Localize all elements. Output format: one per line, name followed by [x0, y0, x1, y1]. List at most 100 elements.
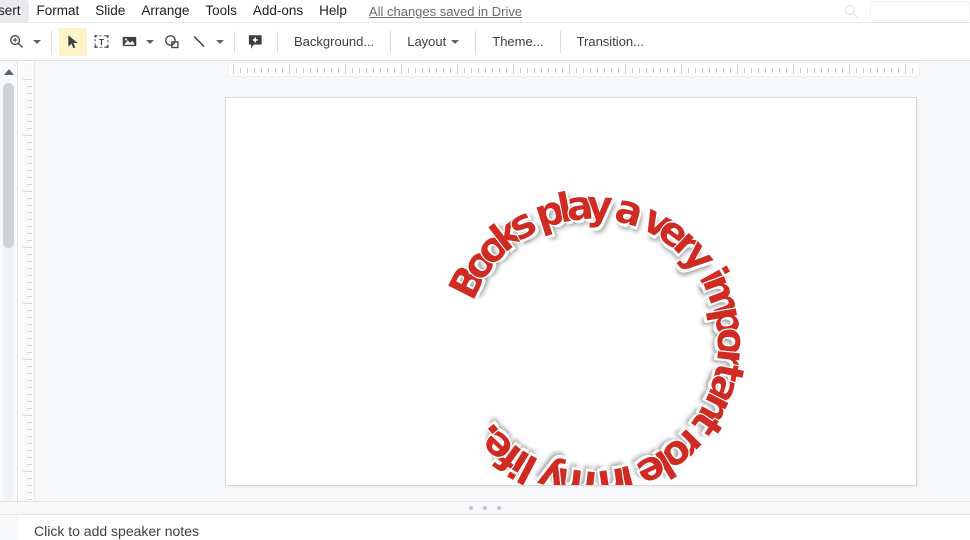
toolbar-divider-3 [277, 30, 278, 53]
ruler-tick [27, 282, 32, 283]
ruler-tick [27, 492, 32, 493]
ruler-tick [401, 65, 402, 74]
ruler-tick [27, 450, 32, 451]
ruler-tick [27, 429, 32, 430]
line-dropdown-caret[interactable] [213, 28, 227, 56]
wordart-glyph: m [693, 267, 751, 323]
wordart-glyph: a [610, 184, 649, 237]
wordart-glyph: a [564, 181, 596, 231]
ruler-tick [27, 317, 32, 318]
zoom-icon[interactable] [2, 28, 30, 56]
shape-icon[interactable] [157, 28, 185, 56]
ruler-tick [807, 68, 808, 73]
slide-surface[interactable]: Books play a very important role in my l… [225, 97, 917, 486]
collapse-chevron-icon[interactable] [3, 67, 15, 77]
ruler-tick [27, 345, 32, 346]
ruler-tick [331, 68, 332, 73]
add-comment-icon[interactable] [242, 28, 270, 56]
speaker-notes-placeholder[interactable]: Click to add speaker notes [34, 523, 199, 539]
menu-item-format[interactable]: Format [29, 0, 88, 22]
speaker-notes-pane[interactable]: Click to add speaker notes [0, 515, 970, 540]
ruler-tick [814, 68, 815, 73]
ruler-tick [709, 68, 710, 73]
layout-button-label: Layout [407, 33, 447, 49]
ruler-tick [786, 68, 787, 73]
ruler-tick [611, 68, 612, 73]
ruler-tick [338, 68, 339, 73]
menu-item-slide[interactable]: Slide [87, 0, 133, 22]
ruler-tick [625, 65, 626, 74]
wordart-glyph: o [465, 222, 519, 274]
wordart-glyph: y [585, 182, 614, 230]
ruler-tick [23, 247, 32, 248]
ruler-tick [730, 68, 731, 73]
ruler-tick [478, 68, 479, 73]
ruler-tick [793, 65, 794, 74]
chevron-down-icon [33, 39, 41, 44]
line-icon[interactable] [185, 28, 213, 56]
ruler-tick [653, 68, 654, 73]
svg-text:T: T [98, 37, 104, 47]
ruler-tick [870, 68, 871, 73]
ruler-tick [898, 68, 899, 73]
menu-item-arrange[interactable]: Arrange [133, 0, 197, 22]
select-arrow-icon[interactable] [59, 27, 87, 56]
ruler-tick [471, 68, 472, 73]
ruler-tick [562, 68, 563, 73]
ruler-tick [394, 68, 395, 73]
wordart-glyph: r [667, 419, 714, 466]
image-dropdown-caret[interactable] [143, 28, 157, 56]
ruler-tick [702, 68, 703, 73]
wordart-textbox[interactable]: Books play a very important role in my l… [226, 98, 916, 485]
ruler-tick [380, 68, 381, 73]
ruler-tick [27, 373, 32, 374]
wordart-glyph: s [500, 198, 545, 251]
ruler-tick [674, 68, 675, 73]
share-button[interactable] [870, 1, 970, 21]
wordart-glyph: v [634, 195, 680, 249]
zoom-dropdown-caret[interactable] [30, 28, 44, 56]
menu-item-help[interactable]: Help [311, 0, 355, 22]
ruler-tick [27, 457, 32, 458]
menu-item-insert[interactable]: sert [0, 0, 29, 22]
menu-item-tools[interactable]: Tools [197, 0, 245, 22]
wordart-glyph: k [482, 208, 532, 261]
ruler-tick [27, 219, 32, 220]
ruler-tick [27, 422, 32, 423]
ruler-tick [849, 65, 850, 74]
background-button[interactable]: Background... [285, 29, 383, 55]
filmstrip-scrollbar-thumb[interactable] [3, 83, 14, 248]
theme-button[interactable]: Theme... [483, 29, 552, 55]
notes-splitter[interactable] [0, 501, 970, 515]
chevron-down-icon [216, 39, 224, 44]
ruler-tick [457, 65, 458, 74]
ruler-tick [310, 68, 311, 73]
ruler-tick [27, 485, 32, 486]
horizontal-ruler [228, 62, 920, 77]
ruler-tick [576, 68, 577, 73]
wordart-glyph: a [697, 369, 750, 410]
menu-item-addons[interactable]: Add-ons [245, 0, 311, 22]
wordart-glyph: p [529, 185, 571, 239]
ruler-tick [261, 68, 262, 73]
search-icon[interactable] [842, 2, 860, 20]
wordart-glyph: n [688, 385, 743, 432]
image-icon[interactable] [115, 28, 143, 56]
layout-button[interactable]: Layout [398, 29, 468, 55]
ruler-tick [534, 68, 535, 73]
transition-button[interactable]: Transition... [568, 29, 653, 55]
text-box-icon[interactable]: T [87, 28, 115, 56]
toolbar-divider-6 [559, 30, 561, 53]
wordart-glyph: t [703, 358, 753, 387]
ruler-tick [527, 68, 528, 73]
ruler-tick [863, 68, 864, 73]
ruler-tick [639, 68, 640, 73]
save-status-label[interactable]: All changes saved in Drive [369, 4, 522, 19]
vertical-ruler [19, 61, 35, 501]
ruler-tick [27, 261, 32, 262]
ruler-tick [240, 68, 241, 73]
transition-button-label: Transition... [576, 33, 644, 49]
slide-canvas-area[interactable]: Books play a very important role in my l… [35, 61, 970, 501]
ruler-tick [27, 268, 32, 269]
ruler-tick [27, 478, 32, 479]
